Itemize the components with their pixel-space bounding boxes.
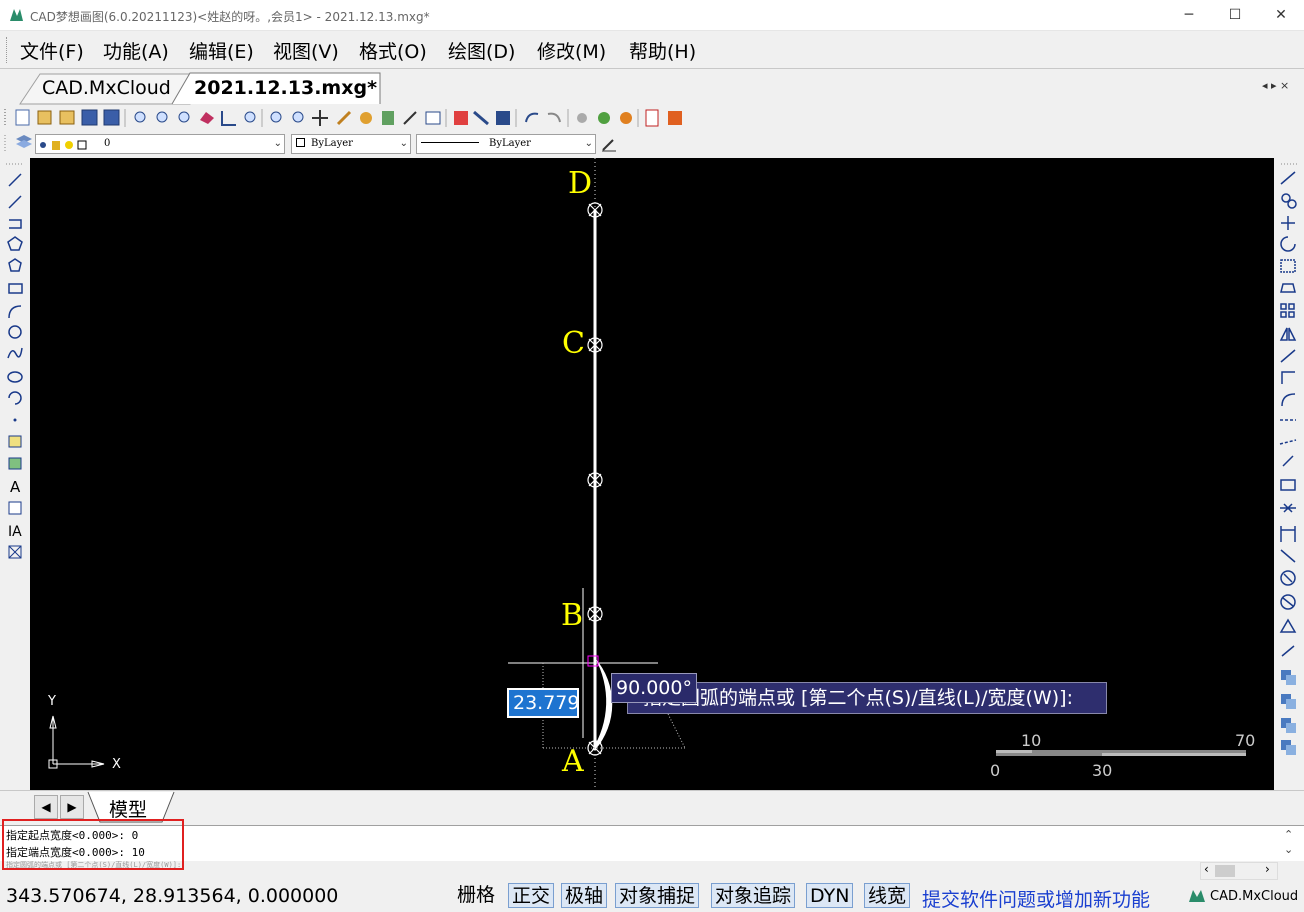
chevron-down-icon: ⌄ [584, 138, 593, 149]
linetype-preview-icon [421, 142, 479, 143]
brand-logo-icon [1189, 890, 1205, 902]
dyn-angle-tooltip: 90.000° [611, 673, 697, 703]
tab-current-drawing[interactable]: 2021.12.13.mxg* [180, 73, 377, 104]
command-window[interactable]: 指定起点宽度<0.000>: 0 指定端点宽度<0.000>: 10 指定圆弧的… [0, 819, 1304, 870]
color-select[interactable]: ByLayer ⌄ [291, 134, 411, 154]
scale-label-70: 70 [1235, 731, 1256, 750]
app-logo-icon [10, 9, 23, 21]
menu-help[interactable]: 帮助(H) [629, 37, 696, 64]
toggle-polar[interactable]: 极轴 [561, 883, 608, 908]
chevron-down-icon: ⌄ [399, 138, 408, 149]
layer-state-icons [40, 140, 87, 150]
svg-text:A: A [10, 478, 21, 496]
tab-nav-controls[interactable]: ◂ ▸ × [1262, 79, 1289, 92]
point-label-b: B [561, 598, 584, 633]
document-tab-bar: CAD.MxCloud 2021.12.13.mxg* ◂ ▸ × [0, 68, 1304, 105]
svg-text:IA: IA [8, 524, 22, 540]
scroll-left-icon[interactable]: ‹ [1204, 862, 1209, 876]
menu-file[interactable]: 文件(F) [20, 37, 84, 64]
scale-label-10: 10 [1021, 731, 1042, 750]
ucs-icon [48, 715, 105, 769]
brand-label: CAD.MxCloud [1210, 889, 1299, 904]
color-value: ByLayer [311, 138, 353, 149]
minimize-button[interactable]: ─ [1166, 0, 1212, 31]
tab-mxcloud[interactable]: CAD.MxCloud [28, 73, 184, 104]
menu-bar: 文件(F) 功能(A) 编辑(E) 视图(V) 格式(O) 绘图(D) 修改(M… [0, 31, 1304, 68]
maximize-button[interactable]: ☐ [1212, 0, 1258, 31]
scale-label-30: 30 [1092, 761, 1113, 780]
draw-toolbar-icons: A IA [6, 163, 24, 559]
status-bar: 343.570674, 28.913564, 0.000000 栅格 正交 极轴… [0, 880, 1304, 911]
linetype-value: ByLayer [489, 138, 531, 149]
menu-edit[interactable]: 编辑(E) [189, 37, 254, 64]
match-properties-icon[interactable] [600, 135, 618, 153]
toggle-osnap[interactable]: 对象捕捉 [615, 883, 700, 908]
drawing-canvas[interactable]: D C B A 23.779 指定圆弧的端点或 [第二个点(S)/直线(L)/宽… [30, 158, 1274, 790]
layout-prev-button[interactable]: ◀ [34, 795, 58, 819]
layer-value: 0 [104, 138, 111, 149]
point-label-a: A [562, 744, 584, 779]
chevron-down-icon: ⌄ [273, 138, 282, 149]
tab-model[interactable]: 模型 [109, 795, 147, 822]
title-bar: CAD梦想画图(6.0.20211123)<姓赵的呀。,会员1> - 2021.… [0, 0, 1304, 31]
menu-format[interactable]: 格式(O) [359, 37, 427, 64]
layout-next-button[interactable]: ▶ [60, 795, 84, 819]
ucs-y-label: Y [48, 694, 56, 709]
ucs-x-label: X [112, 757, 121, 772]
coordinate-readout: 343.570674, 28.913564, 0.000000 [6, 885, 339, 907]
draw-toolbar: A IA [0, 158, 30, 790]
dyn-length-value: 23.779 [509, 690, 579, 716]
toolbar-grip[interactable] [6, 37, 9, 63]
scroll-down-icon[interactable]: ⌄ [1284, 843, 1293, 856]
menu-function[interactable]: 功能(A) [103, 37, 169, 64]
feedback-link[interactable]: 提交软件问题或增加新功能 [922, 885, 1150, 912]
properties-toolbar: 0 ⌄ ByLayer ⌄ ByLayer ⌄ [0, 131, 1304, 157]
command-prompt-tooltip: 指定圆弧的端点或 [第二个点(S)/直线(L)/宽度(W)]: [627, 682, 1107, 714]
scroll-up-icon[interactable]: ⌃ [1284, 828, 1293, 841]
layer-manager-icon[interactable] [0, 131, 40, 157]
layout-tab-bar: ◀ ▶ 模型 [0, 790, 1304, 824]
modify-toolbar-icons [1279, 163, 1297, 755]
menu-view[interactable]: 视图(V) [273, 37, 339, 64]
color-swatch-icon [296, 138, 305, 147]
scroll-right-icon[interactable]: › [1265, 862, 1270, 876]
menu-draw[interactable]: 绘图(D) [448, 37, 515, 64]
toggle-grid[interactable]: 栅格 [454, 883, 498, 908]
layer-select[interactable]: 0 ⌄ [35, 134, 285, 154]
modify-toolbar [1275, 158, 1304, 790]
point-label-c: C [562, 326, 585, 361]
dyn-length-input[interactable]: 23.779 [507, 688, 579, 718]
toggle-otrack[interactable]: 对象追踪 [711, 883, 796, 908]
toggle-lineweight[interactable]: 线宽 [864, 883, 911, 908]
point-label-d: D [568, 166, 593, 201]
scale-label-0: 0 [990, 761, 1001, 780]
scroll-thumb[interactable] [1215, 865, 1235, 877]
menu-modify[interactable]: 修改(M) [537, 37, 606, 64]
close-button[interactable]: ✕ [1258, 0, 1304, 31]
toggle-ortho[interactable]: 正交 [508, 883, 555, 908]
window-title: CAD梦想画图(6.0.20211123)<姓赵的呀。,会员1> - 2021.… [30, 10, 430, 24]
standard-toolbar [0, 106, 1304, 130]
scale-bar [996, 750, 1246, 756]
toggle-dyn[interactable]: DYN [806, 883, 854, 908]
standard-toolbar-icons [4, 109, 682, 127]
highlight-box [2, 819, 184, 870]
horizontal-scrollbar[interactable]: ‹ › [1200, 862, 1278, 880]
linetype-select[interactable]: ByLayer ⌄ [416, 134, 596, 154]
